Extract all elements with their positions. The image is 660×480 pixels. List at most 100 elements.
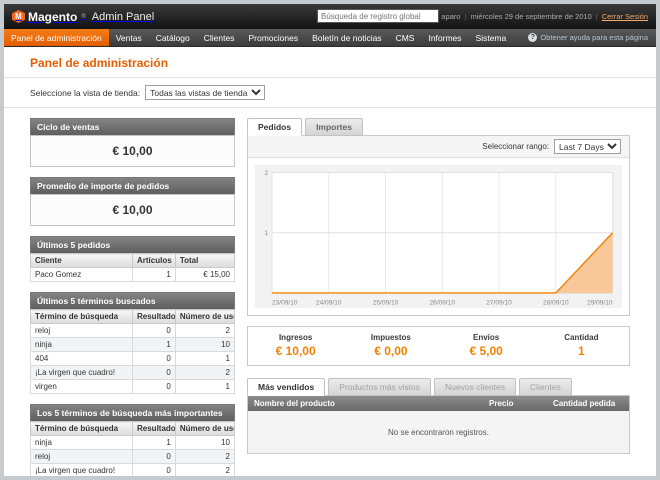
help-link[interactable]: ? Obtener ayuda para esta página (528, 29, 656, 46)
cell-uses: 1 (175, 352, 234, 366)
table-row[interactable]: reloj 0 2 (31, 450, 235, 464)
cell-customer: Paco Gomez (31, 268, 133, 282)
totals-bar: Ingresos € 10,00 Impuestos € 0,00 Envíos… (247, 326, 630, 366)
table-row[interactable]: ninja 1 10 (31, 436, 235, 450)
column-header: Artículos (133, 254, 176, 268)
nav-catalog[interactable]: Catálogo (149, 29, 197, 46)
svg-text:29/09/10: 29/09/10 (587, 299, 613, 306)
logo-text: Magento (28, 10, 77, 24)
cell-term: 404 (31, 352, 133, 366)
table-header-row: Cliente Artículos Total (31, 254, 235, 268)
nav-sales[interactable]: Ventas (109, 29, 149, 46)
magento-logo[interactable]: M Magento ® Admin Panel (12, 10, 154, 24)
panel-title: Últimos 5 pedidos (30, 236, 235, 253)
column-header: Cliente (31, 254, 133, 268)
cell-uses: 2 (175, 324, 234, 338)
admin-page: M Magento ® Admin Panel Accedió como apa… (0, 0, 660, 480)
nav-dashboard[interactable]: Panel de administración (4, 29, 109, 46)
tab-customers[interactable]: Clientes (519, 378, 572, 396)
column-header: Número de usos (175, 310, 234, 324)
main-nav: Panel de administración Ventas Catálogo … (4, 29, 656, 47)
stat-label: Impuestos (343, 333, 438, 342)
cell-uses: 10 (175, 436, 234, 450)
svg-text:28/09/10: 28/09/10 (543, 299, 569, 306)
nav-system[interactable]: Sistema (469, 29, 514, 46)
range-select[interactable]: Last 7 Days (554, 139, 621, 154)
tab-amounts[interactable]: Importes (305, 118, 363, 136)
panel-top-search-terms: Los 5 términos de búsqueda más important… (30, 404, 235, 480)
tab-new-customers[interactable]: Nuevos clientes (434, 378, 516, 396)
tab-bestsellers[interactable]: Más vendidos (247, 378, 325, 396)
column-header: Cantidad pedida (547, 396, 629, 411)
page-title: Panel de administración (4, 47, 656, 78)
stat-value: € 0,00 (343, 344, 438, 358)
top-header: M Magento ® Admin Panel Accedió como apa… (4, 4, 656, 29)
column-header: Precio (483, 396, 547, 411)
stat-revenue: Ingresos € 10,00 (248, 333, 343, 358)
cell-results: 0 (133, 380, 176, 394)
separator: | (596, 12, 598, 21)
stat-label: Cantidad (534, 333, 629, 342)
cell-total: € 15,00 (175, 268, 234, 282)
nav-promotions[interactable]: Promociones (241, 29, 305, 46)
nav-newsletter[interactable]: Boletín de noticias (305, 29, 388, 46)
cell-results: 0 (133, 450, 176, 464)
panel-last-orders: Últimos 5 pedidos Cliente Artículos Tota… (30, 236, 235, 282)
panel-title: Últimos 5 términos buscados (30, 292, 235, 309)
cell-term: ninja (31, 436, 133, 450)
content: Panel de administración Seleccione la vi… (4, 47, 656, 480)
lifetime-sales-value: € 10,00 (30, 135, 235, 167)
svg-text:27/09/10: 27/09/10 (486, 299, 512, 306)
column-header: Resultados (133, 310, 176, 324)
cell-results: 1 (133, 338, 176, 352)
table-row[interactable]: Paco Gomez 1 € 15,00 (31, 268, 235, 282)
stat-quantity: Cantidad 1 (534, 333, 629, 358)
tab-most-viewed[interactable]: Productos más vistos (328, 378, 431, 396)
panel-title: Los 5 términos de búsqueda más important… (30, 404, 235, 421)
logout-link[interactable]: Cerrar Sesión (602, 12, 648, 21)
cell-uses: 2 (175, 366, 234, 380)
table-row[interactable]: ninja 1 10 (31, 338, 235, 352)
svg-text:26/09/10: 26/09/10 (429, 299, 455, 306)
last-search-table: Término de búsqueda Resultados Número de… (30, 309, 235, 394)
svg-text:1: 1 (265, 230, 269, 237)
cell-results: 0 (133, 324, 176, 338)
nav-customers[interactable]: Clientes (197, 29, 242, 46)
cell-results: 0 (133, 352, 176, 366)
top-search-table: Término de búsqueda Resultados Número de… (30, 421, 235, 480)
column-header: Total (175, 254, 234, 268)
nav-cms[interactable]: CMS (389, 29, 422, 46)
stat-label: Ingresos (248, 333, 343, 342)
grid-tabs: Más vendidos Productos más vistos Nuevos… (247, 378, 630, 395)
magento-logo-icon: M (12, 10, 25, 23)
current-date: miércoles 29 de septiembre de 2010 (470, 12, 591, 21)
tab-orders[interactable]: Pedidos (247, 118, 302, 136)
separator: | (464, 12, 466, 21)
nav-reports[interactable]: Informes (421, 29, 468, 46)
stat-label: Envíos (439, 333, 534, 342)
panel-title: Promedio de importe de pedidos (30, 177, 235, 194)
table-row[interactable]: virgen 0 1 (31, 380, 235, 394)
global-search-input[interactable] (317, 9, 439, 23)
svg-text:24/09/10: 24/09/10 (316, 299, 342, 306)
table-row[interactable]: 404 0 1 (31, 352, 235, 366)
svg-text:2: 2 (265, 170, 269, 177)
table-row[interactable]: ¡La virgen que cuadro! 0 2 (31, 464, 235, 478)
cell-results: 0 (133, 366, 176, 380)
stat-shipping: Envíos € 5,00 (439, 333, 534, 358)
cell-items: 1 (133, 268, 176, 282)
store-view-select[interactable]: Todas las vistas de tienda (145, 85, 265, 100)
stat-value: € 5,00 (439, 344, 534, 358)
cell-uses: 2 (175, 450, 234, 464)
dashboard-left-column: Ciclo de ventas € 10,00 Promedio de impo… (30, 118, 235, 480)
dashboard-right-column: Pedidos Importes Seleccionar rango: Last… (247, 118, 630, 480)
stat-tax: Impuestos € 0,00 (343, 333, 438, 358)
table-row[interactable]: ¡La virgen que cuadro! 0 2 (31, 366, 235, 380)
panel-last-search-terms: Últimos 5 términos buscados Término de b… (30, 292, 235, 394)
range-selector-row: Seleccionar rango: Last 7 Days (248, 136, 629, 158)
table-row[interactable]: reloj 0 2 (31, 324, 235, 338)
column-header: Término de búsqueda (31, 310, 133, 324)
range-label: Seleccionar rango: (482, 142, 549, 151)
logo-suffix: Admin Panel (92, 11, 154, 23)
panel-lifetime-sales: Ciclo de ventas € 10,00 (30, 118, 235, 167)
